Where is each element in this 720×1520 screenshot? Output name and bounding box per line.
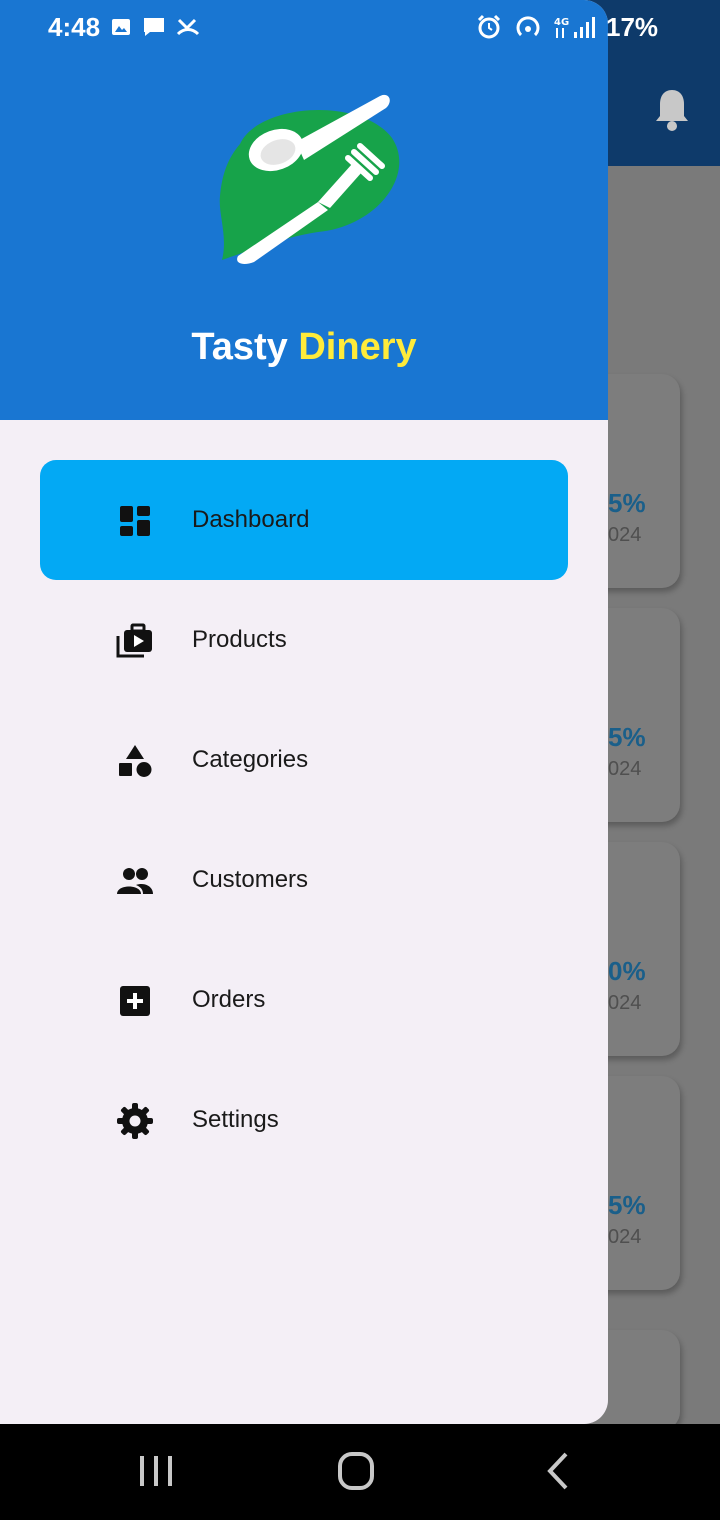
drawer-header: Tasty Dinery: [0, 0, 608, 420]
customers-icon: [117, 868, 153, 894]
notification-bell-icon[interactable]: [652, 88, 692, 132]
back-icon[interactable]: [528, 1446, 588, 1496]
svg-text:4G: 4G: [554, 17, 569, 28]
settings-icon: [117, 1103, 153, 1139]
stat-percent: 5%: [608, 1190, 646, 1220]
message-icon: [144, 18, 164, 36]
missed-call-icon: [176, 18, 200, 36]
stat-year: 024: [608, 758, 642, 780]
status-notification-icons: [110, 16, 200, 38]
menu-item-label: Products: [192, 626, 287, 653]
brand-second-word: Dinery: [298, 326, 417, 368]
menu-item-dashboard[interactable]: Dashboard: [40, 460, 568, 580]
brand-title: Tasty Dinery: [0, 326, 608, 369]
dashboard-icon: [120, 506, 150, 536]
categories-icon: [119, 745, 152, 777]
stat-percent: 5%: [608, 488, 646, 518]
brand-first-word: Tasty: [191, 326, 288, 368]
stat-year: 024: [608, 1226, 642, 1248]
menu-item-categories[interactable]: Categories: [40, 700, 568, 820]
gallery-icon: [112, 19, 130, 35]
menu-item-settings[interactable]: Settings: [40, 1060, 568, 1180]
menu-item-label: Customers: [192, 866, 309, 893]
stat-percent: 5%: [608, 722, 646, 752]
stat-year: 024: [608, 992, 642, 1014]
stat-percent: 0%: [608, 956, 646, 986]
orders-icon: [120, 986, 150, 1016]
app-logo-icon: [219, 94, 400, 264]
hotspot-icon: [516, 16, 540, 37]
navigation-drawer: Tasty Dinery Dashboard Products Categori…: [0, 0, 608, 1424]
menu-item-label: Orders: [192, 986, 266, 1013]
status-system-icons: 4G: [476, 14, 596, 40]
signal-4g-icon: 4G: [554, 17, 595, 38]
status-time: 4:48: [48, 12, 101, 42]
alarm-icon: [477, 14, 501, 39]
menu-item-orders[interactable]: Orders: [40, 940, 568, 1060]
battery-percent: 17%: [606, 12, 659, 42]
menu-item-label: Settings: [192, 1106, 279, 1133]
menu-item-label: Categories: [192, 746, 309, 773]
menu-item-customers[interactable]: Customers: [40, 820, 568, 940]
status-bar: 4:48 4G 17%: [0, 0, 720, 56]
home-icon[interactable]: [326, 1446, 386, 1496]
products-icon: [116, 623, 152, 658]
drawer-menu: Dashboard Products Categories Customers …: [40, 460, 568, 1180]
recent-apps-icon[interactable]: [126, 1446, 186, 1496]
system-navigation-bar: [0, 1424, 720, 1520]
menu-item-products[interactable]: Products: [40, 580, 568, 700]
stat-year: 024: [608, 524, 642, 546]
menu-item-label: Dashboard: [192, 506, 310, 533]
